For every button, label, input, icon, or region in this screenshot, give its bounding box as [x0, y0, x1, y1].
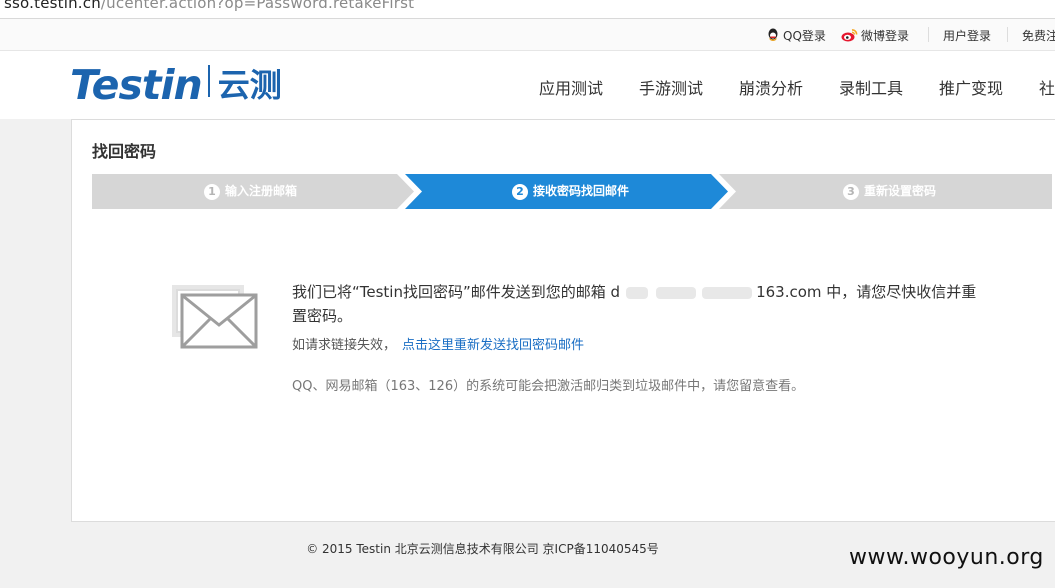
top-toolbar: QQ登录 微博登录 用户登录 免费注 [0, 19, 1055, 51]
resend-email-link[interactable]: 点击这里重新发送找回密码邮件 [402, 338, 584, 353]
email-address: d 163.com [611, 283, 822, 301]
watermark: www.wooyun.org [849, 545, 1044, 570]
logo-text-cn: 云测 [217, 66, 282, 104]
qq-icon [768, 28, 778, 41]
resend-prompt: 如请求链接失效， [292, 338, 397, 353]
qq-login-label: QQ登录 [783, 29, 826, 43]
register-link[interactable]: 免费注 [1022, 27, 1055, 44]
url-text[interactable]: sso.testin.cn/ucenter.action?op=Password… [4, 0, 414, 12]
weibo-login-link[interactable]: 微博登录 [841, 27, 909, 44]
step-3: 3 重新设置密码 [843, 182, 936, 200]
resend-line: 如请求链接失效， 点击这里重新发送找回密码邮件 [292, 334, 584, 353]
step-2-number: 2 [512, 184, 528, 200]
step-2-label: 接收密码找回邮件 [533, 184, 630, 198]
nav-crash-analysis[interactable]: 崩溃分析 [739, 75, 803, 99]
envelope-icon [172, 285, 258, 349]
browser-address-bar[interactable]: sso.testin.cn/ucenter.action?op=Password… [0, 0, 1055, 19]
password-recovery-card: 找回密码 1 输入注册邮箱 2 接收密码找回邮件 3 重新设置密码 我们已将“Test… [71, 119, 1055, 522]
email-start: d [610, 283, 621, 301]
sent-message-prefix: 我们已将“Testin找回密码”邮件发送到您的邮箱 [292, 283, 611, 301]
step-1-number: 1 [204, 184, 220, 200]
nav-app-testing[interactable]: 应用测试 [539, 75, 603, 99]
email-redaction [626, 286, 649, 299]
toolbar-divider [928, 27, 929, 42]
weibo-icon [841, 29, 858, 42]
email-end: 163.com [756, 283, 822, 301]
testin-logo[interactable]: Testin 云测 [70, 64, 282, 106]
step-3-number: 3 [843, 184, 859, 200]
nav-recording-tool[interactable]: 录制工具 [839, 75, 903, 99]
progress-steps: 1 输入注册邮箱 2 接收密码找回邮件 3 重新设置密码 [92, 174, 1052, 209]
email-redaction [702, 286, 753, 299]
nav-promotion[interactable]: 推广变现 [939, 75, 1003, 99]
step-3-label: 重新设置密码 [864, 184, 937, 198]
logo-text-en: Testin [70, 61, 203, 109]
step-1-label: 输入注册邮箱 [225, 184, 298, 198]
logo-divider [207, 65, 210, 97]
email-redaction [656, 286, 697, 299]
sent-message: 我们已将“Testin找回密码”邮件发送到您的邮箱 d 163.com 中，请您尽… [292, 280, 982, 328]
nav-game-testing[interactable]: 手游测试 [639, 75, 703, 99]
page-title: 找回密码 [92, 142, 157, 161]
user-login-link[interactable]: 用户登录 [943, 27, 991, 44]
spam-folder-note: QQ、网易邮箱（163、126）的系统可能会把激活邮归类到垃圾邮件中，请您留意查… [292, 379, 805, 394]
weibo-login-label: 微博登录 [861, 29, 910, 43]
nav-community[interactable]: 社 [1039, 75, 1055, 99]
footer-copyright: © 2015 Testin 北京云测信息技术有限公司 京ICP备11040545… [306, 542, 659, 556]
step-2: 2 接收密码找回邮件 [512, 182, 629, 200]
qq-login-link[interactable]: QQ登录 [766, 27, 826, 44]
step-1: 1 输入注册邮箱 [204, 182, 297, 200]
toolbar-divider [1007, 27, 1008, 42]
